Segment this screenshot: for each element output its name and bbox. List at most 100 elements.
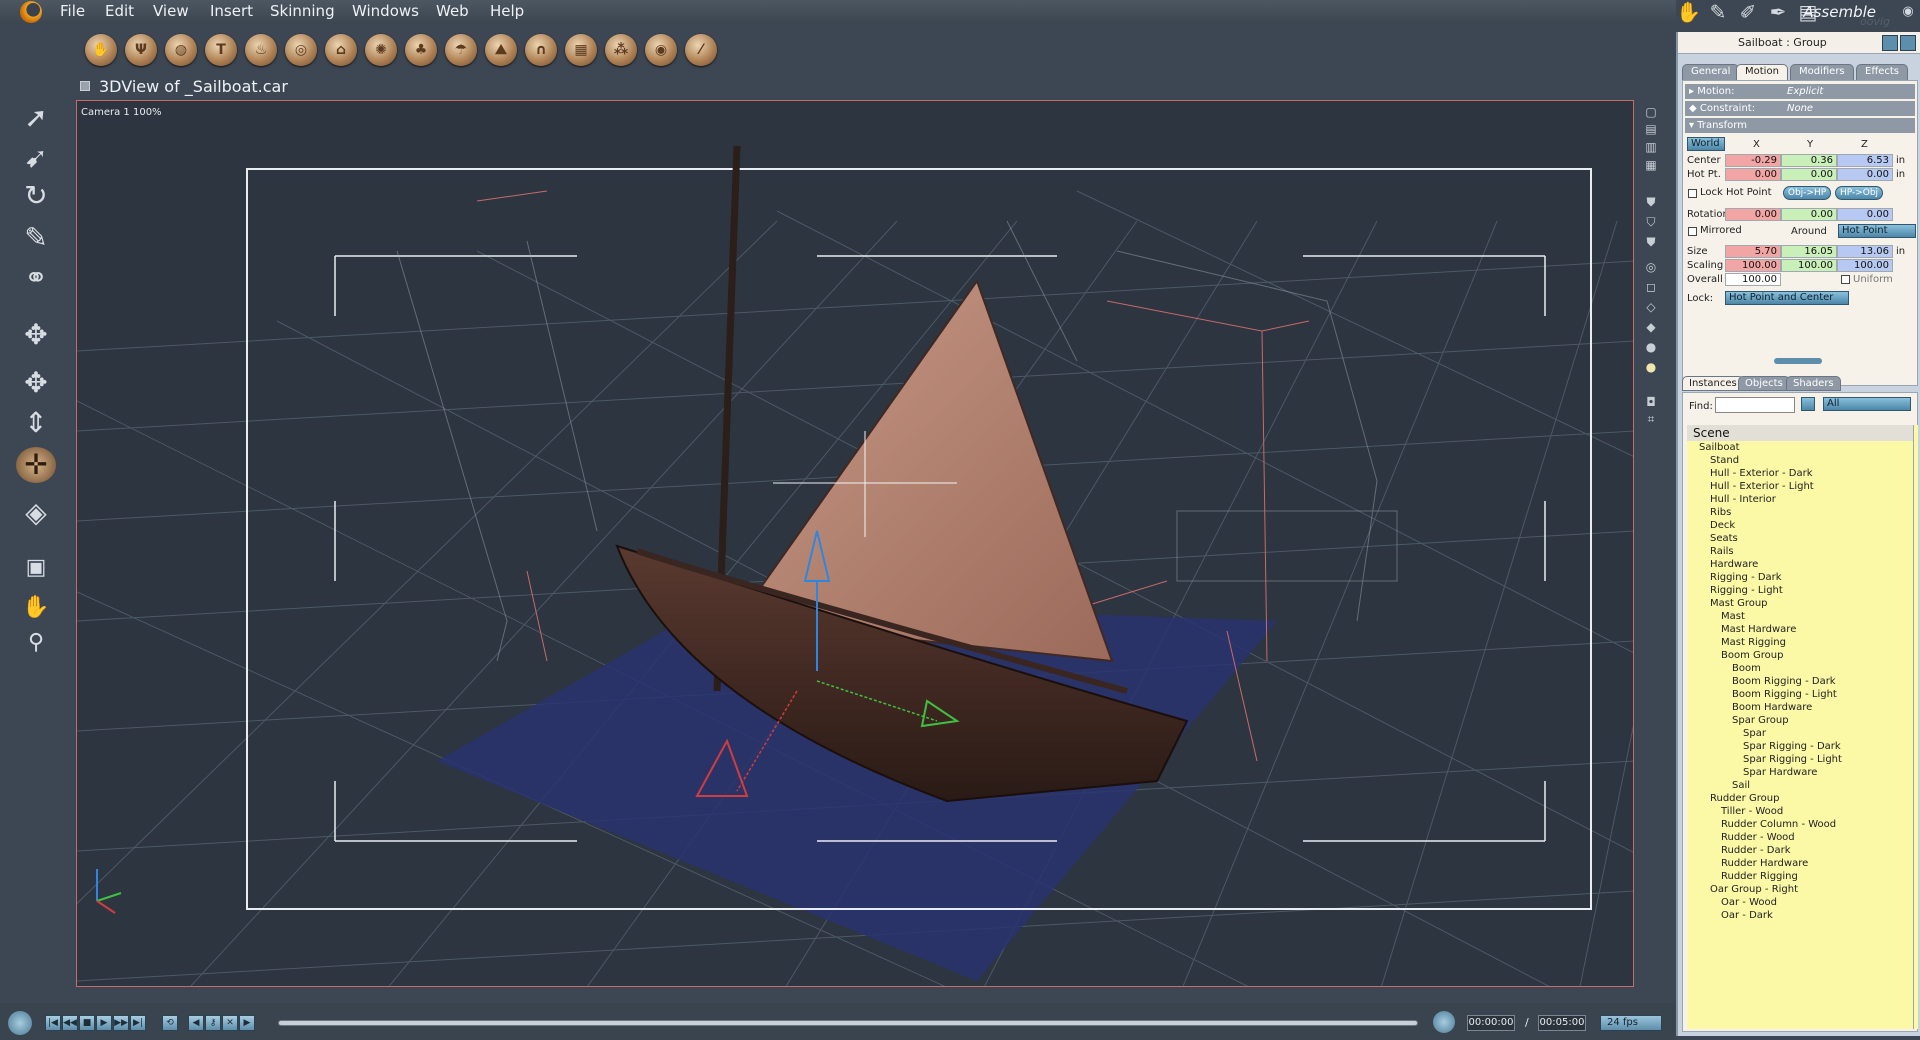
size-y-field[interactable]: 16.05 xyxy=(1781,245,1837,258)
menu-insert[interactable]: Insert xyxy=(210,2,253,20)
tree-item[interactable]: Rigging - Light xyxy=(1710,584,1783,597)
next-key-icon[interactable]: ▶ xyxy=(239,1015,255,1031)
landscape-icon[interactable]: ⛰ xyxy=(485,34,517,66)
tree-item[interactable]: Boom Rigging - Dark xyxy=(1732,675,1836,688)
tree-item[interactable]: Mast xyxy=(1721,610,1745,623)
shield-side-icon[interactable]: ⛉ xyxy=(1644,215,1658,229)
tree-item[interactable]: Stand xyxy=(1710,454,1739,467)
motion-row[interactable]: ▸ Motion: Explicit xyxy=(1685,84,1915,99)
tree-item[interactable]: Ribs xyxy=(1710,506,1731,519)
current-time[interactable]: 00:00:00 xyxy=(1467,1015,1515,1031)
tree-item[interactable]: Spar Hardware xyxy=(1743,766,1817,779)
brush-room-icon[interactable]: ✐ xyxy=(1736,1,1760,23)
tree-item[interactable]: Oar Group - Right xyxy=(1710,883,1798,896)
overall-field[interactable]: 100.00 xyxy=(1725,273,1781,286)
clock-icon[interactable] xyxy=(1433,1011,1455,1033)
space-select[interactable]: World xyxy=(1687,137,1725,151)
flame-icon[interactable]: ♨ xyxy=(245,34,277,66)
solid-cube-icon[interactable]: ◆ xyxy=(1644,320,1658,334)
tab-shaders[interactable]: Shaders xyxy=(1786,376,1841,391)
tab-general[interactable]: General xyxy=(1682,64,1740,80)
scene-tree[interactable]: Sailboat Stand Hull - Exterior - Dark Hull … xyxy=(1687,441,1913,1029)
tab-motion[interactable]: Motion xyxy=(1736,64,1788,80)
tree-item[interactable]: Hardware xyxy=(1710,558,1758,571)
tree-item[interactable]: Boom Rigging - Light xyxy=(1732,688,1837,701)
tree-item[interactable]: Sailboat xyxy=(1699,441,1740,454)
menu-web[interactable]: Web xyxy=(436,2,469,20)
eyedropper-icon[interactable]: ✎ xyxy=(16,220,56,256)
pan-hand-icon[interactable]: ✋ xyxy=(16,590,56,626)
tab-objects[interactable]: Objects xyxy=(1738,376,1790,391)
select-arrow-icon[interactable]: ➚ xyxy=(16,100,56,136)
menu-skinning[interactable]: Skinning xyxy=(270,2,335,20)
prev-key-icon[interactable]: ◀ xyxy=(188,1015,204,1031)
hand-room-icon[interactable]: ✋ xyxy=(1676,1,1701,23)
scaling-z-field[interactable]: 100.00 xyxy=(1837,259,1893,272)
torus-icon[interactable]: ◎ xyxy=(285,34,317,66)
play-icon[interactable]: ▶ xyxy=(96,1015,112,1031)
tree-item[interactable]: Oar - Wood xyxy=(1721,896,1777,909)
tab-modifiers[interactable]: Modifiers xyxy=(1790,64,1854,80)
tree-icon[interactable]: ♣ xyxy=(405,34,437,66)
camera-small-icon[interactable]: ◘ xyxy=(1644,395,1658,409)
tree-item[interactable]: Rails xyxy=(1710,545,1734,558)
tree-item[interactable]: Hull - Interior xyxy=(1710,493,1776,506)
center-x-field[interactable]: -0.29 xyxy=(1725,154,1781,167)
quad-view-icon[interactable]: ▦ xyxy=(1644,158,1658,172)
menu-help[interactable]: Help xyxy=(490,2,524,20)
tree-item[interactable]: Rudder Column - Wood xyxy=(1721,818,1836,831)
tree-scrollbar[interactable] xyxy=(1913,425,1918,1029)
constraint-value[interactable]: None xyxy=(1787,101,1813,116)
tree-item[interactable]: Sail xyxy=(1732,779,1750,792)
obj-to-hp-button[interactable]: Obj->HP xyxy=(1783,186,1831,200)
tree-item[interactable]: Oar - Dark xyxy=(1721,909,1773,922)
end-time[interactable]: 00:05:00 xyxy=(1538,1015,1586,1031)
find-input[interactable] xyxy=(1715,397,1795,413)
tree-item[interactable]: Rudder Rigging xyxy=(1721,870,1798,883)
scaling-y-field[interactable]: 100.00 xyxy=(1781,259,1837,272)
menu-file[interactable]: File xyxy=(60,2,85,20)
tree-item[interactable]: Mast Rigging xyxy=(1721,636,1786,649)
tab-effects[interactable]: Effects xyxy=(1856,64,1908,80)
panel-layout-icon[interactable] xyxy=(1900,35,1916,51)
filter-select[interactable]: All xyxy=(1823,397,1911,411)
scaling-x-field[interactable]: 100.00 xyxy=(1725,259,1781,272)
size-x-field[interactable]: 5.70 xyxy=(1725,245,1781,258)
shield-top-icon[interactable]: ⛊ xyxy=(1644,235,1658,249)
add-key-icon[interactable]: ⚷ xyxy=(205,1015,221,1031)
split-horizontal-icon[interactable]: ▤ xyxy=(1644,122,1658,136)
flat-sphere-icon[interactable]: ● xyxy=(1644,340,1658,354)
lock-select[interactable]: Hot Point and Center xyxy=(1725,291,1849,305)
go-end-icon[interactable]: ▶| xyxy=(130,1015,146,1031)
eye-icon[interactable]: ◉ xyxy=(1896,1,1920,23)
tree-item[interactable]: Boom Group xyxy=(1721,649,1783,662)
shield-front-icon[interactable]: ⛊ xyxy=(1644,195,1658,209)
hp-to-obj-button[interactable]: HP->Obj xyxy=(1835,186,1883,200)
wire-cube-icon[interactable]: ◇ xyxy=(1644,300,1658,314)
tree-item[interactable]: Spar Rigging - Dark xyxy=(1743,740,1841,753)
tree-item[interactable]: Rudder - Dark xyxy=(1721,844,1791,857)
app-logo-icon[interactable] xyxy=(20,1,42,23)
tree-item[interactable]: Spar Group xyxy=(1732,714,1789,727)
compass-icon[interactable]: ◎ xyxy=(1644,260,1658,274)
split-vertical-icon[interactable]: ▥ xyxy=(1644,140,1658,154)
rewind-icon[interactable]: ◀◀ xyxy=(62,1015,78,1031)
tree-item[interactable]: Rigging - Dark xyxy=(1710,571,1782,584)
tree-item[interactable]: Boom Hardware xyxy=(1732,701,1812,714)
orbit-icon[interactable]: ✛ xyxy=(16,447,56,483)
tree-item[interactable]: Hull - Exterior - Light xyxy=(1710,480,1814,493)
fps-select[interactable]: 24 fps xyxy=(1600,1015,1662,1031)
lock-hot-point-checkbox[interactable] xyxy=(1688,189,1697,198)
text-icon[interactable]: T xyxy=(205,34,237,66)
transform-header[interactable]: ▾ Transform xyxy=(1685,118,1915,133)
grid-toggle-icon[interactable]: ⌗ xyxy=(1644,412,1658,426)
zoom-icon[interactable]: ⚲ xyxy=(16,625,56,661)
figure-icon[interactable]: Ψ xyxy=(125,34,157,66)
menu-windows[interactable]: Windows xyxy=(352,2,419,20)
tree-item[interactable]: Hull - Exterior - Dark xyxy=(1710,467,1813,480)
rotation-z-field[interactable]: 0.00 xyxy=(1837,208,1893,221)
tab-instances[interactable]: Instances xyxy=(1682,376,1744,391)
tree-item[interactable]: Seats xyxy=(1710,532,1738,545)
umbrella-icon[interactable]: ☂ xyxy=(445,34,477,66)
constraint-row[interactable]: ◆ Constraint: None xyxy=(1685,101,1915,116)
